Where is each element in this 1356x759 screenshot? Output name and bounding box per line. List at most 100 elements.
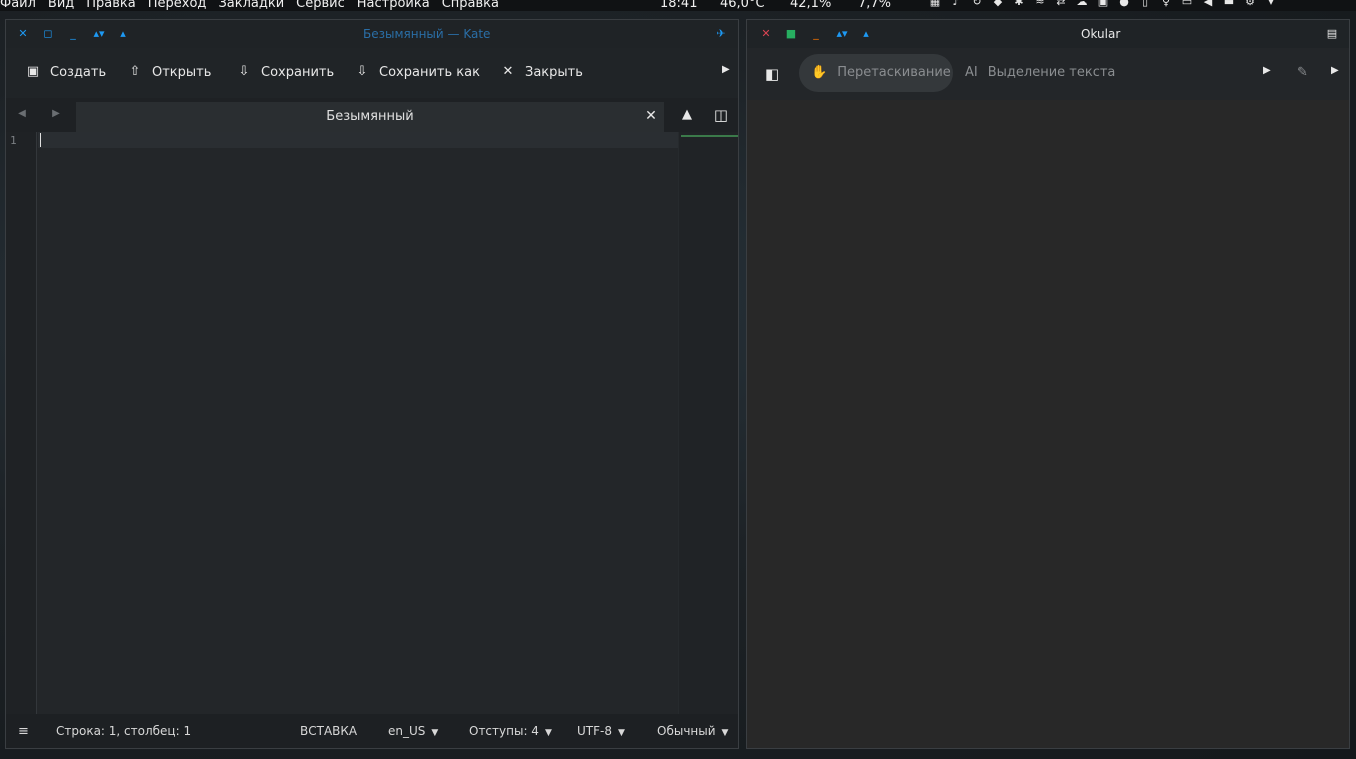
app-menu: Файл Вид Правка Переход Закладки Сервис …	[0, 0, 499, 11]
cursor-position[interactable]: Строка: 1, столбец: 1	[56, 724, 191, 738]
kate-toolbar: ▣ Создать ⇧ Открыть ⇩ Сохранить ⇩ Сохран…	[6, 48, 738, 98]
minimize-window-icon[interactable]: _	[807, 25, 825, 43]
battery-icon[interactable]: ▭	[1180, 0, 1194, 8]
shield-icon[interactable]: ◆	[991, 0, 1005, 8]
close-window-icon[interactable]: ✕	[757, 25, 775, 43]
tab-bar: ◀ ▶ Безымянный ✕ ▲ ◫	[6, 98, 738, 132]
save-button[interactable]: ⇩ Сохранить	[237, 64, 335, 80]
dictionary-select[interactable]: en_US ▼	[388, 724, 438, 738]
new-label: Создать	[50, 64, 107, 80]
close-window-icon[interactable]: ✕	[14, 25, 32, 43]
menu-bookmarks[interactable]: Закладки	[218, 0, 284, 11]
window-title: Okular	[1081, 27, 1121, 41]
menu-edit[interactable]: Правка	[86, 0, 135, 11]
clock[interactable]: 18:41	[660, 0, 697, 11]
input-mode[interactable]: ВСТАВКА	[300, 724, 357, 738]
okular-app-icon[interactable]: ▤	[1323, 25, 1341, 43]
volume-icon[interactable]: ◀	[1201, 0, 1215, 8]
menu-arrow-icon[interactable]: ▾	[1264, 0, 1278, 8]
sidebar-toggle-icon[interactable]: ≡	[18, 724, 29, 739]
update-icon[interactable]: ↻	[970, 0, 984, 8]
save-as-icon: ⇩	[356, 64, 368, 79]
text-select-tool-button[interactable]: AI Выделение текста	[965, 65, 1115, 80]
keep-above-icon[interactable]: ▴▾	[833, 25, 851, 43]
text-cursor	[40, 133, 41, 147]
bluetooth-icon[interactable]: ✱	[1012, 0, 1026, 8]
text-editor[interactable]: 1	[6, 132, 678, 714]
vpn-icon[interactable]: ●	[1117, 0, 1131, 8]
upload-icon: ⇧	[129, 64, 141, 79]
close-label: Закрыть	[525, 64, 583, 80]
memory-readout: 7,7%	[858, 0, 892, 11]
shade-icon[interactable]: ▴	[857, 25, 875, 43]
kate-app-icon[interactable]: ✈	[712, 25, 730, 43]
flag-icon[interactable]: ▬	[1222, 0, 1236, 8]
bell-icon[interactable]: ♪	[949, 0, 963, 8]
new-button[interactable]: ▣ Создать	[26, 64, 106, 80]
open-button[interactable]: ⇧ Открыть	[128, 64, 212, 80]
cloud-icon[interactable]: ☁	[1075, 0, 1089, 8]
keep-above-icon[interactable]: ▴▾	[90, 25, 108, 43]
menu-tools[interactable]: Сервис	[296, 0, 345, 11]
text-select-label: Выделение текста	[987, 65, 1116, 80]
minimize-window-icon[interactable]: _	[64, 25, 82, 43]
save-as-button[interactable]: ⇩ Сохранить как	[355, 64, 480, 80]
tab-label: Безымянный	[326, 109, 414, 124]
menu-help[interactable]: Справка	[442, 0, 499, 11]
dictionary-value: en_US	[388, 724, 426, 738]
clipboard-icon[interactable]: ▯	[1138, 0, 1152, 8]
browse-tool-button[interactable]: ✋ Перетаскивание	[811, 65, 951, 80]
network-icon[interactable]: ≈	[1033, 0, 1047, 8]
status-bar: ≡ Строка: 1, столбец: 1 ВСТАВКА en_US ▼ О…	[6, 714, 738, 748]
indent-value: Отступы: 4	[469, 724, 539, 738]
line-number-gutter: 1	[6, 132, 37, 714]
toolbar-overflow-icon[interactable]: ▶	[1263, 65, 1271, 76]
annotate-pen-icon[interactable]: ✎	[1297, 65, 1308, 80]
syntax-select[interactable]: Обычный ▼	[657, 724, 728, 738]
menu-go[interactable]: Переход	[148, 0, 207, 11]
browse-label: Перетаскивание	[837, 65, 951, 80]
menu-settings[interactable]: Настройка	[357, 0, 430, 11]
menu-view[interactable]: Вид	[48, 0, 74, 11]
kate-window: ✕ ◻ _ ▴▾ ▴ Безымянный — Kate ✈ ▣ Создать…	[5, 19, 739, 749]
toolbar-overflow-icon[interactable]: ▶	[722, 64, 730, 75]
temperature-readout: 46,0°C	[720, 0, 765, 11]
menu-file[interactable]: Файл	[0, 0, 36, 11]
new-document-icon: ▣	[26, 64, 40, 79]
maximize-window-icon[interactable]: ■	[782, 25, 800, 43]
global-menu-bar: Файл Вид Правка Переход Закладки Сервис …	[0, 0, 1356, 11]
image-icon[interactable]: ▣	[1096, 0, 1110, 8]
maximize-window-icon[interactable]: ◻	[39, 25, 57, 43]
indent-select[interactable]: Отступы: 4 ▼	[469, 724, 552, 738]
pager-icon[interactable]: ▦	[928, 0, 942, 8]
close-button[interactable]: ✕ Закрыть	[501, 64, 583, 80]
annotate-overflow-icon[interactable]: ▶	[1331, 65, 1339, 76]
tab-untitled[interactable]: Безымянный ✕	[76, 102, 664, 132]
chevron-down-icon: ▼	[617, 728, 625, 738]
okular-titlebar: ✕ ■ _ ▴▾ ▴ Okular ▤	[747, 20, 1349, 48]
quick-open-icon[interactable]: ▲	[678, 106, 696, 124]
close-icon: ✕	[502, 64, 514, 79]
shade-icon[interactable]: ▴	[114, 25, 132, 43]
hand-icon: ✋	[811, 65, 828, 80]
save-label: Сохранить	[261, 64, 335, 80]
chevron-down-icon: ▼	[721, 728, 729, 738]
sync-icon[interactable]: ⇄	[1054, 0, 1068, 8]
minimap-scrollbar[interactable]	[679, 132, 738, 714]
minimap-marker	[681, 135, 738, 137]
tab-prev-icon[interactable]: ◀	[16, 108, 28, 122]
sidebar-toggle-icon[interactable]: ◧	[765, 65, 779, 83]
lamp-icon[interactable]: ♀	[1159, 0, 1173, 8]
encoding-select[interactable]: UTF-8 ▼	[577, 724, 625, 738]
settings-icon[interactable]: ⚙	[1243, 0, 1257, 8]
tab-next-icon[interactable]: ▶	[50, 108, 62, 122]
document-view[interactable]	[747, 100, 1349, 748]
text-select-icon: AI	[965, 65, 978, 80]
split-view-icon[interactable]: ◫	[712, 106, 730, 124]
tab-close-icon[interactable]: ✕	[642, 107, 660, 125]
cpu-readout: 42,1%	[790, 0, 832, 11]
window-title: Безымянный — Kate	[363, 27, 491, 41]
okular-toolbar: ◧ ✋ Перетаскивание AI Выделение текста ▶…	[747, 48, 1349, 100]
kate-titlebar: ✕ ◻ _ ▴▾ ▴ Безымянный — Kate ✈	[6, 20, 738, 48]
save-as-label: Сохранить как	[379, 64, 480, 80]
